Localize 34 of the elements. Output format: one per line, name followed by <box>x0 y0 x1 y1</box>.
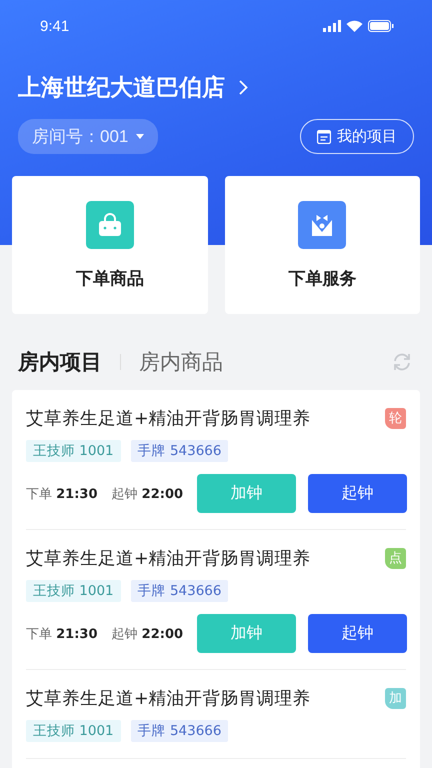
start-button[interactable]: 起钟 <box>308 474 408 513</box>
item-title: 艾草养生足道+精油开背肠胃调理养 <box>26 688 311 710</box>
bow-tie-icon <box>298 200 346 248</box>
start-button[interactable]: 起钟 <box>308 614 408 653</box>
tab[interactable]: 房内项目 <box>18 348 102 376</box>
shopping-bag-icon <box>86 200 134 248</box>
chevron-right-icon[interactable] <box>239 80 248 95</box>
item-title: 艾草养生足道+精油开背肠胃调理养 <box>26 408 311 430</box>
type-badge: 加 <box>385 688 406 708</box>
info-tag: 手牌 543666 <box>130 580 228 602</box>
start-time: 起钟 22:00 <box>112 486 184 502</box>
shortcut-card[interactable]: 下单服务 <box>224 176 420 314</box>
info-tag: 王技师 1001 <box>26 580 121 602</box>
battery-icon <box>368 20 394 32</box>
wifi-icon <box>346 20 363 32</box>
signal-icon <box>323 20 341 32</box>
tab[interactable]: 房内商品 <box>139 348 223 376</box>
item-title: 艾草养生足道+精油开背肠胃调理养 <box>26 548 311 570</box>
store-name: 上海世纪大道巴伯店 <box>18 74 225 103</box>
info-tag: 手牌 543666 <box>130 440 228 462</box>
type-badge: 轮 <box>385 408 406 428</box>
order-time: 下单 21:30 <box>26 486 98 502</box>
list-icon <box>317 130 331 144</box>
my-items-button[interactable]: 我的项目 <box>300 119 414 154</box>
shortcut-card[interactable]: 下单商品 <box>12 176 208 314</box>
dropdown-caret-icon <box>136 134 144 139</box>
status-time: 9:41 <box>40 18 70 34</box>
type-badge: 点 <box>385 548 406 568</box>
order-time: 下单 21:30 <box>26 626 98 642</box>
info-tag: 王技师 1001 <box>26 720 121 742</box>
info-tag: 王技师 1001 <box>26 440 121 462</box>
info-tag: 手牌 543666 <box>130 720 228 742</box>
room-selector[interactable]: 房间号：001 <box>18 119 158 154</box>
start-time: 起钟 22:00 <box>112 626 184 642</box>
